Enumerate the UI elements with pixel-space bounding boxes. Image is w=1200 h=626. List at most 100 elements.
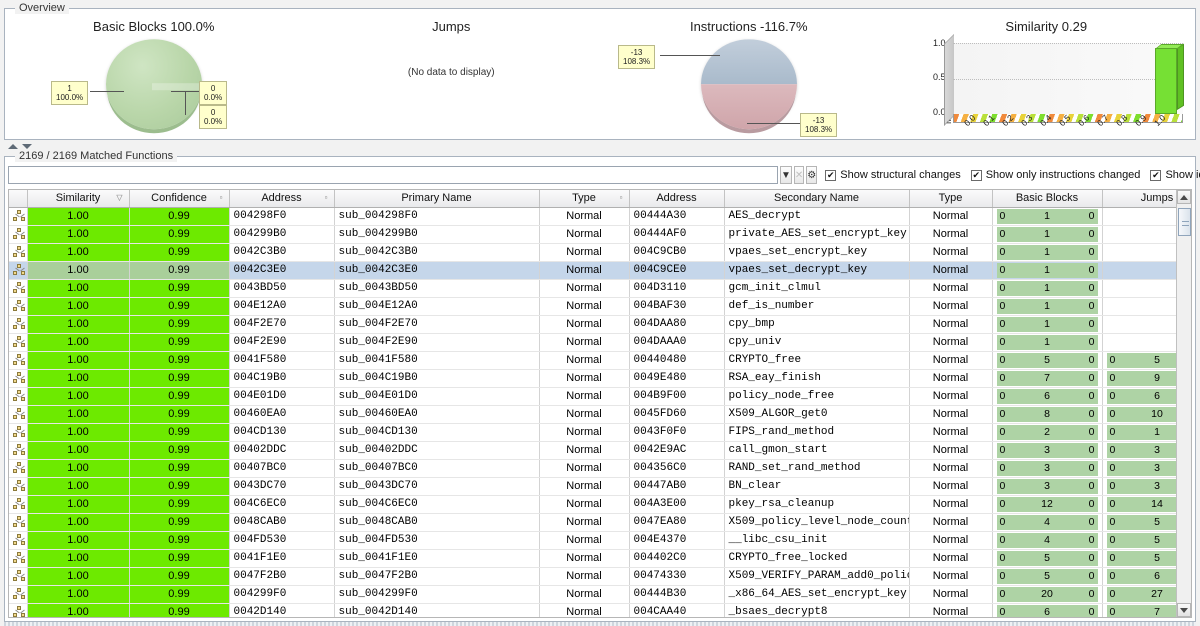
cell-basic-blocks-added: 0 — [1063, 210, 1098, 222]
table-row[interactable]: 1.000.99004E12A0sub_004E12A0Normal004BAF… — [9, 297, 1192, 315]
cell-basic-blocks-matched: 5 — [1031, 354, 1063, 366]
cell-address-primary: 004E01D0 — [229, 387, 334, 405]
table-row[interactable]: 1.000.9900402DDCsub_00402DDCNormal0042E9… — [9, 441, 1192, 459]
table-row[interactable]: 1.000.99004C19B0sub_004C19B0Normal0049E4… — [9, 369, 1192, 387]
cell-similarity: 1.00 — [27, 567, 129, 585]
checkbox-box[interactable]: ✔ — [825, 170, 836, 181]
cell-address-primary: 00402DDC — [229, 441, 334, 459]
cell-jumps-removed: 0 — [1107, 426, 1142, 438]
filter-settings-gear-icon[interactable]: ⚙ — [806, 166, 817, 184]
scrollbar-thumb[interactable] — [1178, 208, 1191, 236]
table-row[interactable]: 1.000.99004299F0sub_004299F0Normal00444B… — [9, 585, 1192, 603]
cell-address-primary: 0043DC70 — [229, 477, 334, 495]
checkbox-show-structural-changes[interactable]: ✔ Show structural changes — [825, 169, 960, 181]
checkbox-box[interactable]: ✔ — [1150, 170, 1161, 181]
split-pane-divider[interactable] — [4, 142, 1196, 152]
table-row[interactable]: 1.000.99004C6EC0sub_004C6EC0Normal004A3E… — [9, 495, 1192, 513]
col-header-type-secondary[interactable]: Type — [909, 190, 992, 207]
cell-basic-blocks-matched: 4 — [1031, 534, 1063, 546]
col-header-confidence[interactable]: Confidence▫ — [129, 190, 229, 207]
cell-basic-blocks-matched: 1 — [1031, 228, 1063, 240]
checkbox-show-only-instructions-changed[interactable]: ✔ Show only instructions changed — [971, 169, 1141, 181]
cell-jumps-matched: 5 — [1141, 354, 1173, 366]
cell-jumps-removed: 0 — [1107, 588, 1142, 600]
cell-basic-blocks: 020 — [992, 423, 1102, 441]
cell-confidence: 0.99 — [129, 441, 229, 459]
scroll-up-button[interactable] — [1177, 190, 1191, 204]
col-header-address-secondary[interactable]: Address — [629, 190, 724, 207]
cell-confidence: 0.99 — [129, 315, 229, 333]
filter-dropdown-button[interactable]: ▼ — [780, 166, 792, 184]
basic-blocks-pie[interactable] — [106, 39, 202, 129]
cell-type-secondary: Normal — [909, 549, 992, 567]
cell-confidence: 0.99 — [129, 387, 229, 405]
table-row[interactable]: 1.000.990042C3E0sub_0042C3E0Normal004C9C… — [9, 261, 1192, 279]
table-row[interactable]: 1.000.99004FD530sub_004FD530Normal004E43… — [9, 531, 1192, 549]
chart-jumps: Jumps (No data to display) — [303, 9, 601, 139]
cell-similarity: 1.00 — [27, 297, 129, 315]
table-row[interactable]: 1.000.99004E01D0sub_004E01D0Normal004B9F… — [9, 387, 1192, 405]
scroll-down-button[interactable] — [1177, 603, 1191, 617]
table-row[interactable]: 1.000.99004299B0sub_004299B0Normal00444A… — [9, 225, 1192, 243]
cell-jumps-removed: 0 — [1107, 570, 1142, 582]
table-row[interactable]: 1.000.99004298F0sub_004298F0Normal00444A… — [9, 207, 1192, 225]
cell-type-primary: Normal — [539, 369, 629, 387]
collapse-up-arrow-icon[interactable] — [8, 144, 18, 149]
cell-basic-blocks: 050 — [992, 549, 1102, 567]
cell-address-secondary: 004E4370 — [629, 531, 724, 549]
table-row[interactable]: 1.000.990041F580sub_0041F580Normal004404… — [9, 351, 1192, 369]
col-header-type-primary[interactable]: Type▫ — [539, 190, 629, 207]
table-row[interactable]: 1.000.990042D140sub_0042D140Normal004CAA… — [9, 603, 1192, 618]
table-row[interactable]: 1.000.990041F1E0sub_0041F1E0Normal004402… — [9, 549, 1192, 567]
cell-address-secondary: 00474330 — [629, 567, 724, 585]
function-graph-icon — [13, 282, 26, 295]
pie-leader-line — [747, 123, 805, 124]
row-icon-cell — [9, 459, 27, 477]
cell-address-secondary: 004DAA80 — [629, 315, 724, 333]
table-row[interactable]: 1.000.9900460EA0sub_00460EA0Normal0045FD… — [9, 405, 1192, 423]
cell-address-primary: 004F2E70 — [229, 315, 334, 333]
row-icon-cell — [9, 423, 27, 441]
gridline — [953, 43, 1184, 44]
cell-secondary-name: def_is_number — [724, 297, 909, 315]
checkbox-box[interactable]: ✔ — [971, 170, 982, 181]
col-header-primary-name[interactable]: Primary Name — [334, 190, 539, 207]
table-row[interactable]: 1.000.9900407BC0sub_00407BC0Normal004356… — [9, 459, 1192, 477]
bar-similarity-1.0[interactable] — [1155, 48, 1177, 114]
table-row[interactable]: 1.000.99004F2E90sub_004F2E90Normal004DAA… — [9, 333, 1192, 351]
collapse-down-arrow-icon[interactable] — [22, 144, 32, 149]
cell-type-secondary: Normal — [909, 315, 992, 333]
vertical-scrollbar[interactable] — [1176, 190, 1191, 617]
col-header-secondary-name[interactable]: Secondary Name — [724, 190, 909, 207]
col-header-similarity[interactable]: Similarity▽ — [27, 190, 129, 207]
horizontal-scrollbar[interactable] — [4, 622, 1196, 626]
cell-similarity: 1.00 — [27, 495, 129, 513]
checkbox-label: Show identical — [1165, 169, 1200, 181]
cell-similarity: 1.00 — [27, 603, 129, 618]
function-graph-icon — [13, 246, 26, 259]
table-row[interactable]: 1.000.990043BD50sub_0043BD50Normal004D31… — [9, 279, 1192, 297]
cell-secondary-name: FIPS_rand_method — [724, 423, 909, 441]
cell-secondary-name: X509_ALGOR_get0 — [724, 405, 909, 423]
table-row[interactable]: 1.000.99004CD130sub_004CD130Normal0043F0… — [9, 423, 1192, 441]
chart-jumps-no-data: (No data to display) — [303, 67, 601, 78]
function-graph-icon — [13, 606, 26, 619]
col-header-address-primary[interactable]: Address▫ — [229, 190, 334, 207]
bar-front — [1155, 48, 1177, 114]
cell-primary-name: sub_00407BC0 — [334, 459, 539, 477]
cell-similarity: 1.00 — [27, 369, 129, 387]
cell-basic-blocks: 050 — [992, 567, 1102, 585]
table-row[interactable]: 1.000.99004F2E70sub_004F2E70Normal004DAA… — [9, 315, 1192, 333]
table-row[interactable]: 1.000.990042C3B0sub_0042C3B0Normal004C9C… — [9, 243, 1192, 261]
col-header-basic-blocks[interactable]: Basic Blocks — [992, 190, 1102, 207]
table-row[interactable]: 1.000.990048CAB0sub_0048CAB0Normal0047EA… — [9, 513, 1192, 531]
cell-basic-blocks-removed: 0 — [997, 444, 1032, 456]
cell-basic-blocks-added: 0 — [1063, 354, 1098, 366]
instructions-pie[interactable] — [701, 39, 797, 129]
filter-input[interactable] — [8, 166, 778, 184]
table-row[interactable]: 1.000.990047F2B0sub_0047F2B0Normal004743… — [9, 567, 1192, 585]
clear-filter-button[interactable]: ✕ — [794, 166, 804, 184]
table-row[interactable]: 1.000.990043DC70sub_0043DC70Normal00447A… — [9, 477, 1192, 495]
checkbox-show-identical[interactable]: ✔ Show identical — [1150, 169, 1200, 181]
pie-label-instr-2: -13 108.3% — [800, 113, 837, 137]
